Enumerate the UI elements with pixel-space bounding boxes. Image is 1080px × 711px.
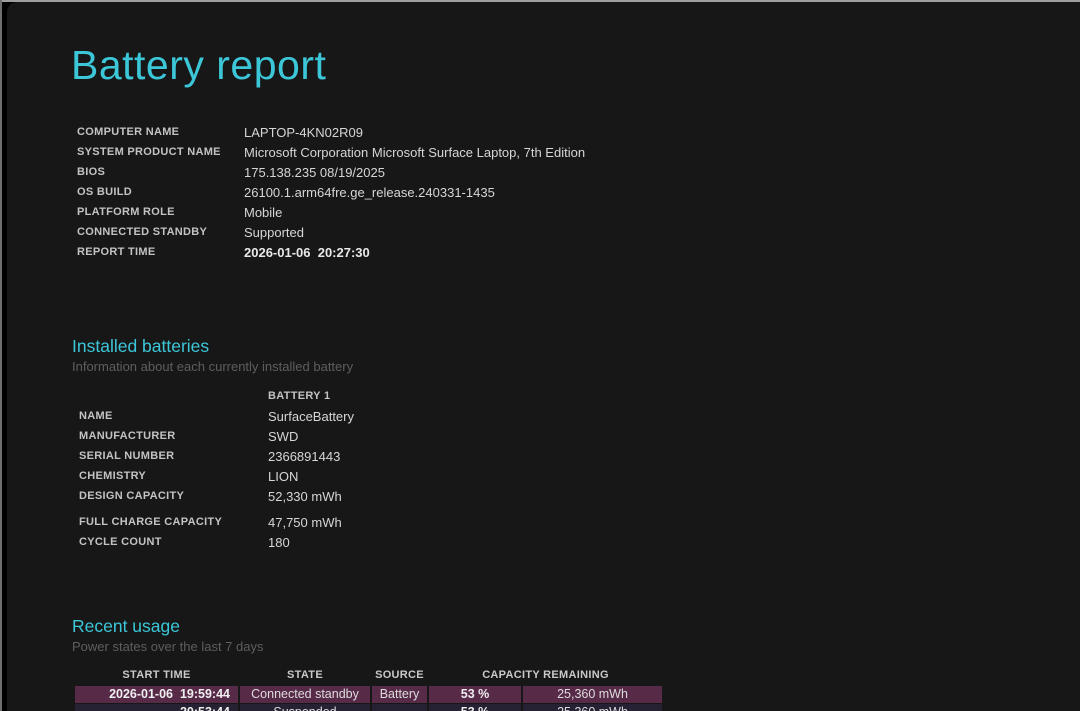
info-value: 52,330 mWh	[268, 489, 342, 504]
info-label: REPORT TIME	[77, 246, 244, 258]
report-surface: Battery report COMPUTER NAME LAPTOP-4KN0…	[7, 2, 1080, 711]
info-label: CHEMISTRY	[79, 470, 268, 482]
battery-info-row: SERIAL NUMBER 2366891443	[79, 446, 354, 466]
info-value: 26100.1.arm64fre.ge_release.240331-1435	[244, 185, 495, 200]
recent-usage-table: START TIME STATE SOURCE CAPACITY REMAINI…	[75, 667, 662, 711]
info-value: 2366891443	[268, 449, 340, 464]
info-value: 180	[268, 535, 290, 550]
usage-table-header-row: START TIME STATE SOURCE CAPACITY REMAINI…	[75, 667, 662, 683]
cell-source	[372, 704, 427, 711]
battery-report-page: { "colors": { "accent": "#3cc7d9", "row_…	[0, 0, 1080, 711]
info-label: SYSTEM PRODUCT NAME	[77, 146, 244, 158]
battery-info-row: CYCLE COUNT 180	[79, 532, 354, 552]
installed-batteries-heading: Installed batteries	[72, 336, 209, 357]
info-label: BIOS	[77, 166, 244, 178]
system-info-section: COMPUTER NAME LAPTOP-4KN02R09 SYSTEM PRO…	[77, 122, 585, 262]
page-title: Battery report	[71, 42, 326, 89]
system-info-row: OS BUILD 26100.1.arm64fre.ge_release.240…	[77, 182, 585, 202]
info-label: COMPUTER NAME	[77, 126, 244, 138]
system-info-row: COMPUTER NAME LAPTOP-4KN02R09	[77, 122, 585, 142]
cell-capacity-percent: 53 %	[429, 704, 521, 711]
info-label: OS BUILD	[77, 186, 244, 198]
cell-capacity-percent: 53 %	[429, 686, 521, 703]
system-info-row: SYSTEM PRODUCT NAME Microsoft Corporatio…	[77, 142, 585, 162]
battery-info-row: NAME SurfaceBattery	[79, 406, 354, 426]
battery-info-row: DESIGN CAPACITY 52,330 mWh	[79, 486, 354, 506]
info-value: 175.138.235 08/19/2025	[244, 165, 385, 180]
window-left-edge	[0, 0, 2, 711]
installed-batteries-subtitle: Information about each currently install…	[72, 359, 353, 374]
header-capacity-remaining: CAPACITY REMAINING	[429, 667, 662, 683]
recent-usage-subtitle: Power states over the last 7 days	[72, 639, 263, 654]
cell-start-time: 20:53:44	[75, 704, 238, 711]
info-label: PLATFORM ROLE	[77, 206, 244, 218]
info-label: MANUFACTURER	[79, 430, 268, 442]
cell-capacity-mwh: 25,360 mWh	[523, 686, 662, 703]
battery-info-row: FULL CHARGE CAPACITY 47,750 mWh	[79, 512, 354, 532]
info-value: Supported	[244, 225, 304, 240]
info-value: Microsoft Corporation Microsoft Surface …	[244, 145, 585, 160]
cell-state: Suspended	[240, 704, 370, 711]
header-source: SOURCE	[372, 667, 427, 683]
info-label: FULL CHARGE CAPACITY	[79, 516, 268, 528]
info-value: Mobile	[244, 205, 282, 220]
info-label: NAME	[79, 410, 268, 422]
info-value: SurfaceBattery	[268, 409, 354, 424]
info-value: 47,750 mWh	[268, 515, 342, 530]
table-row: 20:53:44 Suspended 53 % 25,360 mWh	[75, 704, 662, 711]
info-label: SERIAL NUMBER	[79, 450, 268, 462]
system-info-row: CONNECTED STANDBY Supported	[77, 222, 585, 242]
cell-state: Connected standby	[240, 686, 370, 703]
installed-batteries-section: BATTERY 1 NAME SurfaceBattery MANUFACTUR…	[79, 386, 354, 552]
battery-column-header: BATTERY 1	[79, 386, 354, 406]
report-time-value: 2026-01-06 20:27:30	[244, 245, 370, 260]
table-row: 2026-01-06 19:59:44 Connected standby Ba…	[75, 686, 662, 703]
cell-capacity-mwh: 25,360 mWh	[523, 704, 662, 711]
window-top-edge	[0, 0, 1080, 2]
cell-source: Battery	[372, 686, 427, 703]
info-value: LAPTOP-4KN02R09	[244, 125, 363, 140]
header-state: STATE	[240, 667, 370, 683]
system-info-row: BIOS 175.138.235 08/19/2025	[77, 162, 585, 182]
info-label: CONNECTED STANDBY	[77, 226, 244, 238]
battery-info-row: CHEMISTRY LION	[79, 466, 354, 486]
cell-start-time: 2026-01-06 19:59:44	[75, 686, 238, 703]
info-value: LION	[268, 469, 298, 484]
header-start-time: START TIME	[75, 667, 238, 683]
info-label: DESIGN CAPACITY	[79, 490, 268, 502]
battery-info-row: MANUFACTURER SWD	[79, 426, 354, 446]
system-info-row: REPORT TIME 2026-01-06 20:27:30	[77, 242, 585, 262]
info-value: SWD	[268, 429, 298, 444]
recent-usage-heading: Recent usage	[72, 616, 180, 637]
info-label: CYCLE COUNT	[79, 536, 268, 548]
system-info-row: PLATFORM ROLE Mobile	[77, 202, 585, 222]
